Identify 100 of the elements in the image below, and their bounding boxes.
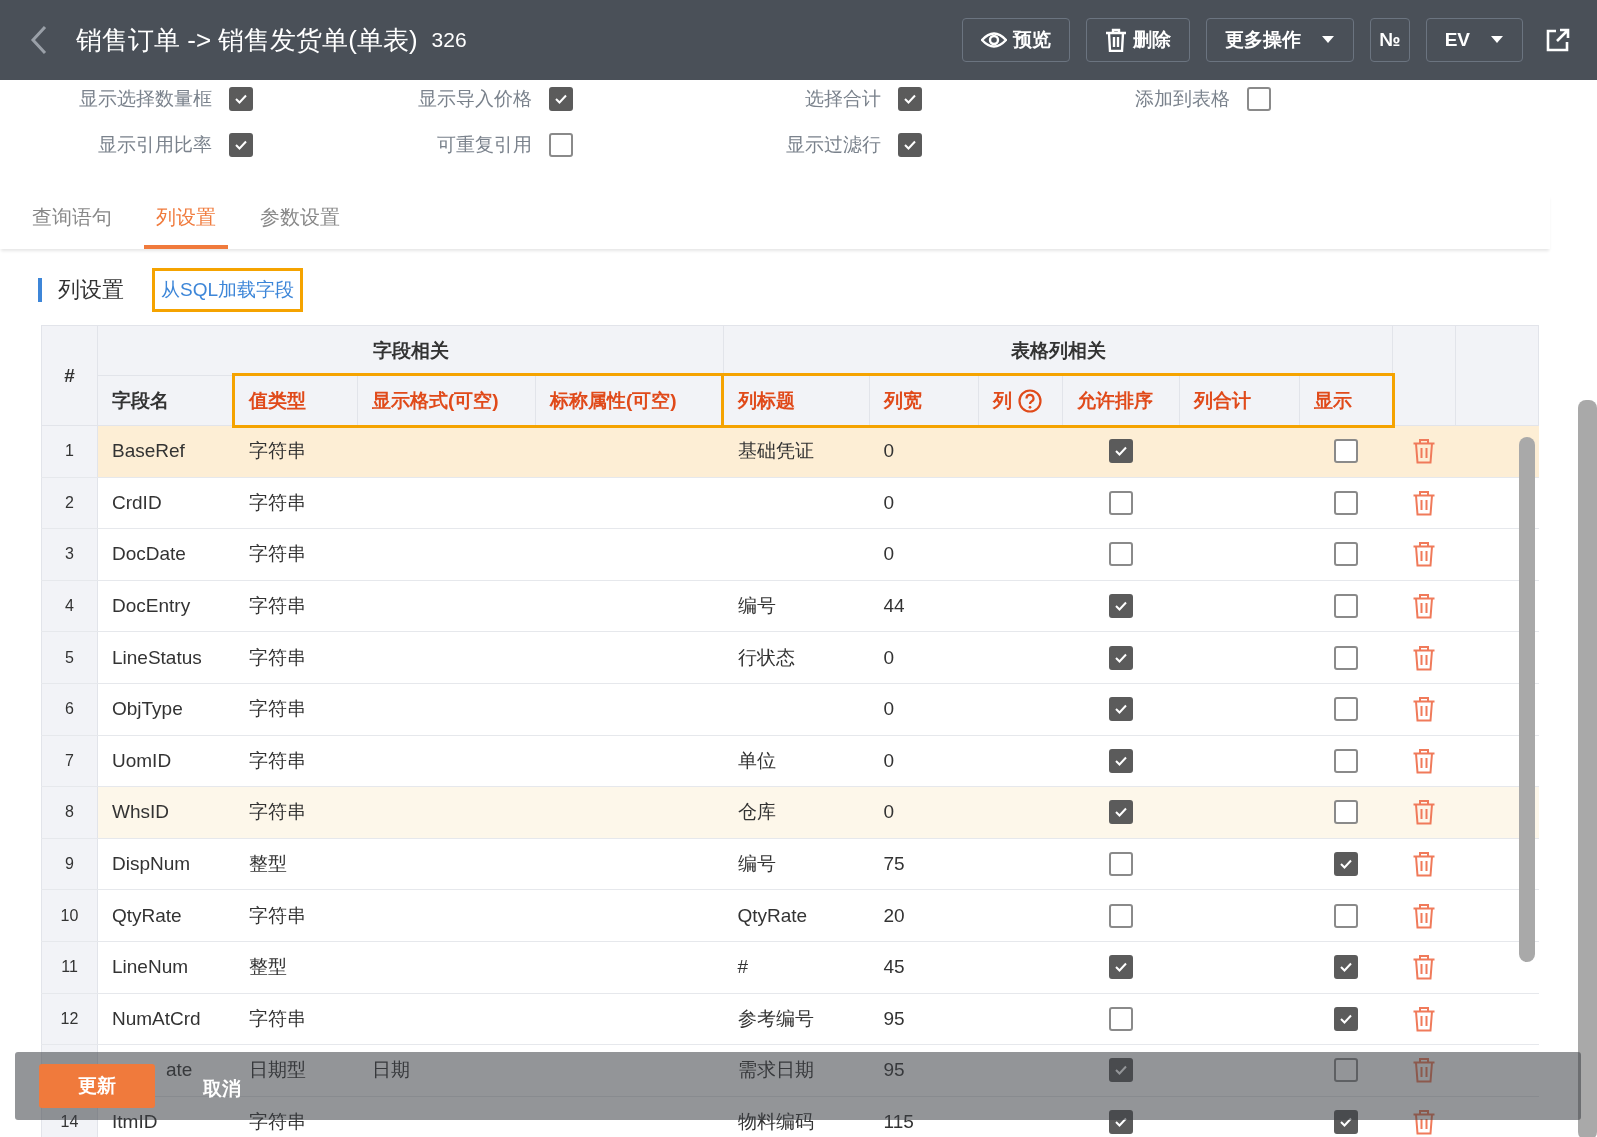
trash-icon[interactable] [1412, 1109, 1436, 1135]
table-cell: 20 [883, 904, 905, 926]
option-label: 显示引用比率 [98, 133, 212, 157]
table-cell: 95 [883, 1059, 905, 1081]
trash-icon[interactable] [1412, 489, 1436, 516]
checkbox[interactable] [1247, 87, 1271, 111]
checkbox[interactable] [229, 87, 253, 111]
checkbox[interactable] [1334, 1006, 1358, 1031]
table-cell: 基础凭证 [737, 440, 814, 462]
table-cell: # [737, 956, 749, 978]
checkbox[interactable] [1109, 1006, 1133, 1031]
checkbox[interactable] [549, 133, 573, 157]
table-cell: 44 [883, 595, 905, 617]
row-number: 2 [65, 493, 74, 511]
trash-icon[interactable] [1412, 541, 1436, 568]
trash-icon[interactable] [1412, 851, 1436, 878]
checkbox[interactable] [1109, 903, 1133, 928]
checkbox[interactable] [1334, 645, 1358, 670]
table-cell: 0 [883, 801, 895, 823]
dropdown-button[interactable]: 更多操作 [1206, 18, 1355, 62]
checkbox[interactable] [1334, 594, 1358, 619]
checkbox[interactable] [1109, 955, 1133, 980]
caret-icon [1490, 36, 1504, 44]
delete-button[interactable]: 删除 [1086, 18, 1191, 62]
checkbox[interactable] [1334, 697, 1358, 722]
checkbox[interactable] [1109, 748, 1133, 773]
trash-icon[interactable] [1412, 799, 1436, 826]
row-number: 10 [60, 906, 79, 924]
trash-icon[interactable] [1412, 747, 1436, 774]
table-cell: CrdID [112, 491, 162, 513]
checkbox[interactable] [1334, 542, 1358, 567]
table-cell: 0 [883, 646, 895, 668]
checkbox[interactable] [898, 133, 922, 157]
preview-button[interactable]: 预览 [962, 18, 1071, 62]
trash-icon[interactable] [1412, 954, 1436, 981]
trash-icon [1105, 28, 1128, 52]
row-number: 5 [65, 648, 74, 666]
checkbox[interactable] [1109, 594, 1133, 619]
row-number: 4 [65, 597, 74, 615]
table-cell: DocDate [112, 543, 186, 565]
table-cell: 整型 [248, 853, 287, 875]
section-title: 列设置 [38, 278, 124, 302]
tab[interactable]: 查询语句 [20, 194, 124, 249]
checkbox[interactable] [1109, 697, 1133, 722]
trash-icon[interactable] [1412, 1005, 1436, 1032]
checkbox[interactable] [1109, 1110, 1133, 1134]
checkbox[interactable] [1334, 1110, 1358, 1134]
table-cell: 字符串 [248, 1007, 306, 1029]
row-number: 6 [65, 700, 74, 718]
table-cell: 0 [883, 543, 895, 565]
trash-icon[interactable] [1412, 696, 1436, 723]
table-cell: UomID [112, 749, 172, 771]
update-button[interactable]: 更新 [39, 1064, 155, 1108]
trash-icon[interactable] [1412, 644, 1436, 671]
table-cell: 字符串 [248, 749, 306, 771]
column-header: 值类型 [234, 375, 358, 426]
checkbox[interactable] [1109, 439, 1133, 464]
tab[interactable]: 列设置 [144, 194, 228, 249]
checkbox[interactable] [1334, 439, 1358, 464]
checkbox[interactable] [1109, 490, 1133, 515]
checkbox[interactable] [1334, 490, 1358, 515]
table-cell: NumAtCrd [112, 1007, 201, 1029]
trash-icon[interactable] [1412, 438, 1436, 465]
checkbox[interactable] [1109, 645, 1133, 670]
trash-icon[interactable] [1412, 593, 1436, 620]
checkbox[interactable] [898, 87, 922, 111]
table-cell: 整型 [248, 956, 287, 978]
checkbox[interactable] [1334, 748, 1358, 773]
caret-icon [1321, 36, 1336, 44]
cancel-button[interactable]: 取消 [199, 1074, 245, 1104]
table-cell: WhsID [112, 801, 169, 823]
checkbox[interactable] [1109, 800, 1133, 825]
trash-icon[interactable] [1412, 902, 1436, 929]
checkbox[interactable] [1334, 955, 1358, 980]
scrollbar[interactable] [1578, 400, 1597, 1137]
help-icon[interactable] [1018, 388, 1042, 413]
checkbox[interactable] [1109, 1058, 1133, 1083]
number-button[interactable]: № [1370, 18, 1410, 62]
checkbox[interactable] [1334, 1058, 1358, 1083]
dropdown-button[interactable]: EV [1425, 18, 1523, 62]
table-cell: 45 [883, 956, 905, 978]
checkbox[interactable] [549, 87, 573, 111]
option-label: 显示导入价格 [418, 87, 532, 111]
record-count: 326 [431, 28, 467, 52]
table-cell: 仓库 [737, 801, 776, 823]
row-number: 12 [60, 1009, 79, 1027]
column-header: 标称属性(可空) [535, 375, 724, 426]
checkbox[interactable] [1334, 852, 1358, 877]
column-header: 字段名 [97, 375, 235, 426]
table-cell: 字符串 [248, 904, 306, 926]
checkbox[interactable] [1334, 800, 1358, 825]
checkbox[interactable] [1109, 852, 1133, 877]
checkbox[interactable] [1109, 542, 1133, 567]
group-header: 表格列相关 [723, 325, 1393, 376]
checkbox[interactable] [1334, 903, 1358, 928]
scrollbar[interactable] [1519, 437, 1535, 962]
tab[interactable]: 参数设置 [248, 194, 352, 249]
row-number: 1 [65, 442, 74, 460]
load-fields-link[interactable]: 从SQL加载字段 [152, 268, 304, 312]
checkbox[interactable] [229, 133, 253, 157]
